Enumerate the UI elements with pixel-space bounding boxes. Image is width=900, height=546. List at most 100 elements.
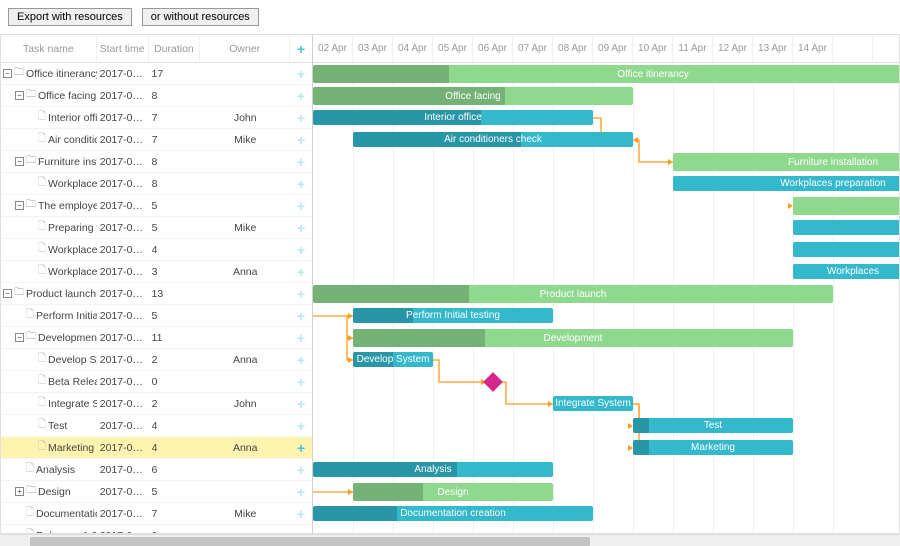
- cell-start: 2017-04-14: [97, 200, 149, 212]
- grid-row[interactable]: Workplaces exportation2017-04-143Anna+: [1, 261, 312, 283]
- expand-icon[interactable]: +: [15, 487, 24, 496]
- scroll-thumb[interactable]: [30, 537, 590, 546]
- grid-row[interactable]: Test2017-04-104+: [1, 415, 312, 437]
- bar-label: Develop System: [353, 354, 433, 365]
- task-bar[interactable]: Analysis: [313, 462, 553, 477]
- cell-start: 2017-04-11: [97, 156, 149, 168]
- cell-dur: 7: [149, 508, 201, 520]
- date-cell: 14 Apr: [793, 35, 833, 62]
- grid-row[interactable]: Preparing workplaces2017-04-145Mike+: [1, 217, 312, 239]
- grid-row[interactable]: +Design2017-04-035+: [1, 481, 312, 503]
- task-bar[interactable]: Workplaces: [793, 264, 899, 279]
- add-subtask-icon[interactable]: +: [297, 154, 305, 170]
- date-cell: 04 Apr: [393, 35, 433, 62]
- add-subtask-icon[interactable]: +: [297, 132, 305, 148]
- add-subtask-icon[interactable]: +: [297, 418, 305, 434]
- bar-row: Workplaces: [313, 261, 899, 283]
- collapse-icon[interactable]: −: [15, 91, 24, 100]
- task-bar[interactable]: Perform Initial testing: [353, 308, 553, 323]
- date-cell: 05 Apr: [433, 35, 473, 62]
- add-subtask-icon[interactable]: +: [297, 264, 305, 280]
- add-subtask-icon[interactable]: +: [297, 506, 305, 522]
- task-bar[interactable]: Documentation creation: [313, 506, 593, 521]
- milestone[interactable]: [483, 372, 503, 392]
- task-bar[interactable]: Workplaces preparation: [673, 176, 899, 191]
- file-icon: [38, 109, 46, 126]
- grid-row[interactable]: Beta Release2017-04-060+: [1, 371, 312, 393]
- task-bar[interactable]: [793, 220, 899, 235]
- grid-row[interactable]: Release v1.02017-04-150+: [1, 525, 312, 533]
- col-header-duration: Duration: [149, 35, 201, 62]
- task-bar[interactable]: [793, 242, 899, 257]
- task-name: Air conditioners check: [48, 134, 97, 146]
- gantt-container: Task name Start time Duration Owner + −O…: [0, 34, 900, 534]
- grid-row[interactable]: Analysis2017-04-026+: [1, 459, 312, 481]
- parent-bar[interactable]: Furniture installation: [673, 153, 899, 171]
- add-subtask-icon[interactable]: +: [297, 110, 305, 126]
- add-subtask-icon[interactable]: +: [297, 308, 305, 324]
- task-name-cell: −Development: [1, 329, 97, 346]
- collapse-icon[interactable]: −: [15, 201, 24, 210]
- add-subtask-icon[interactable]: +: [297, 176, 305, 192]
- file-icon: [38, 131, 46, 148]
- grid-row[interactable]: −Office facing2017-04-028+: [1, 85, 312, 107]
- parent-bar[interactable]: Office facing: [313, 87, 633, 105]
- bar-label: Furniture installation: [784, 157, 882, 168]
- bar-row: Perform Initial testing: [313, 305, 899, 327]
- grid-row[interactable]: Documentation creation2017-04-027Mike+: [1, 503, 312, 525]
- grid-row[interactable]: Integrate System2017-04-082John+: [1, 393, 312, 415]
- add-task-header[interactable]: +: [290, 35, 312, 62]
- task-bar[interactable]: Develop System: [353, 352, 433, 367]
- grid-row[interactable]: −Furniture installation2017-04-118+: [1, 151, 312, 173]
- task-bar[interactable]: Marketing: [633, 440, 793, 455]
- grid-row[interactable]: Marketing2017-04-104Anna+: [1, 437, 312, 459]
- grid-body[interactable]: −Office itinerancy2017-04-0217+−Office f…: [1, 63, 312, 533]
- collapse-icon[interactable]: −: [15, 333, 24, 342]
- collapse-icon[interactable]: −: [3, 289, 12, 298]
- grid-row[interactable]: −Office itinerancy2017-04-0217+: [1, 63, 312, 85]
- add-subtask-icon[interactable]: +: [297, 330, 305, 346]
- horizontal-scrollbar[interactable]: [0, 534, 900, 546]
- chart-body[interactable]: Office itinerancy Office facing Interior o…: [313, 63, 899, 533]
- add-subtask-icon[interactable]: +: [297, 352, 305, 368]
- add-subtask-icon[interactable]: +: [297, 484, 305, 500]
- grid-row[interactable]: Workplaces importation2017-04-144+: [1, 239, 312, 261]
- task-name-cell: Preparing workplaces: [1, 219, 97, 236]
- grid-row[interactable]: −Product launch2017-04-0213+: [1, 283, 312, 305]
- add-subtask-icon[interactable]: +: [297, 286, 305, 302]
- add-subtask-icon[interactable]: +: [297, 528, 305, 534]
- add-subtask-icon[interactable]: +: [297, 88, 305, 104]
- cell-owner: Mike: [200, 508, 290, 520]
- cell-start: 2017-04-03: [97, 486, 149, 498]
- task-bar[interactable]: Test: [633, 418, 793, 433]
- grid-row[interactable]: Develop System2017-04-032Anna+: [1, 349, 312, 371]
- grid-row[interactable]: Perform Initial testing2017-04-035+: [1, 305, 312, 327]
- task-bar[interactable]: Interior office: [313, 110, 593, 125]
- parent-bar[interactable]: Design: [353, 483, 553, 501]
- grid-row[interactable]: Air conditioners check2017-04-037Mike+: [1, 129, 312, 151]
- add-subtask-icon[interactable]: +: [297, 396, 305, 412]
- parent-bar[interactable]: Development: [353, 329, 793, 347]
- add-subtask-icon[interactable]: +: [297, 66, 305, 82]
- grid-row[interactable]: Workplaces preparation2017-04-118+: [1, 173, 312, 195]
- file-icon: [38, 439, 46, 456]
- add-subtask-icon[interactable]: +: [297, 242, 305, 258]
- task-bar[interactable]: Air conditioners check: [353, 132, 633, 147]
- collapse-icon[interactable]: −: [3, 69, 12, 78]
- export-with-resources-button[interactable]: Export with resources: [8, 8, 132, 26]
- grid-row[interactable]: −Development2017-04-0311+: [1, 327, 312, 349]
- add-subtask-icon[interactable]: +: [297, 198, 305, 214]
- parent-bar[interactable]: Product launch: [313, 285, 833, 303]
- grid-row[interactable]: −The employees relocation2017-04-145+: [1, 195, 312, 217]
- task-bar[interactable]: Integrate System: [553, 396, 633, 411]
- add-subtask-icon[interactable]: +: [297, 462, 305, 478]
- collapse-icon[interactable]: −: [15, 157, 24, 166]
- parent-bar[interactable]: [793, 197, 899, 215]
- add-subtask-icon[interactable]: +: [297, 440, 305, 456]
- add-subtask-icon[interactable]: +: [297, 374, 305, 390]
- add-subtask-icon[interactable]: +: [297, 220, 305, 236]
- export-without-resources-button[interactable]: or without resources: [142, 8, 259, 26]
- cell-start: 2017-04-03: [97, 332, 149, 344]
- parent-bar[interactable]: Office itinerancy: [313, 65, 899, 83]
- grid-row[interactable]: Interior office2017-04-027John+: [1, 107, 312, 129]
